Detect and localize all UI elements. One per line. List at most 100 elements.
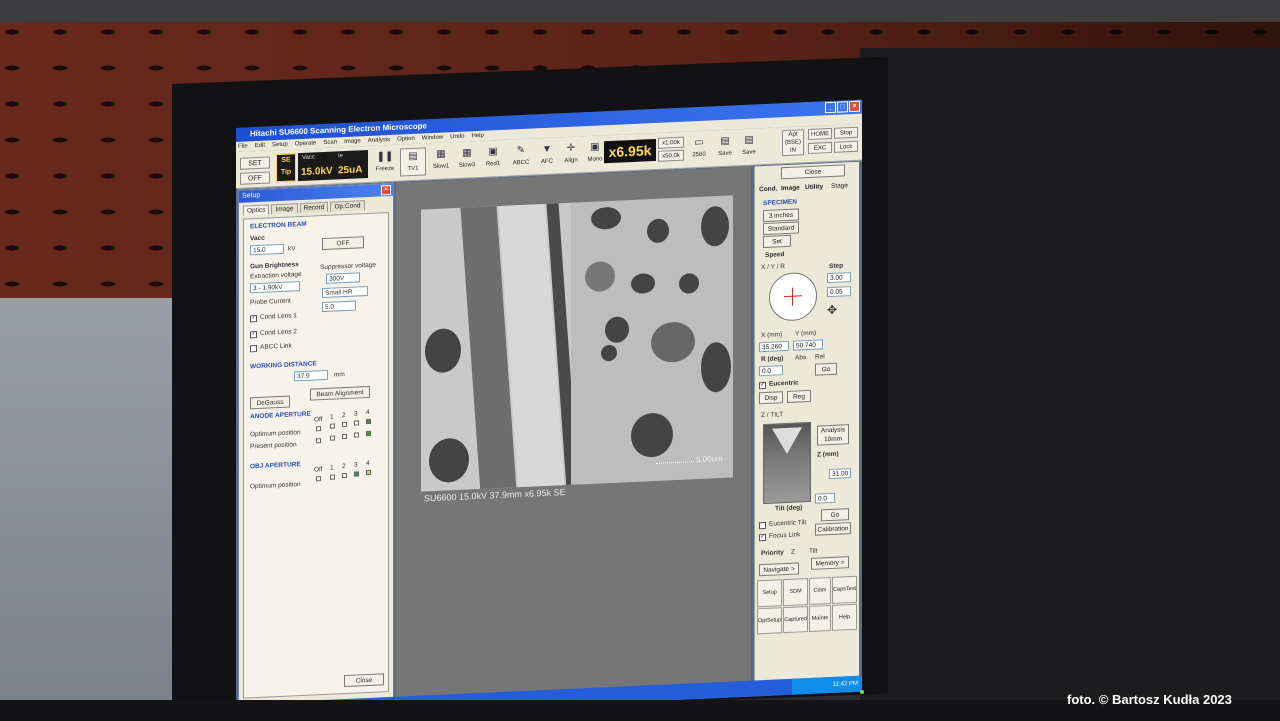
tab-optics[interactable]: Optics [243,204,270,216]
menu-undo[interactable]: Undo [450,132,464,143]
setup-body: ELECTRON BEAM Vacc 15.0 kV OFF Gun Brigh… [243,212,389,699]
slow3-button[interactable]: ▦ Slow3 [454,145,480,174]
afc-button[interactable]: ▼ AFC [534,141,560,170]
home-button[interactable]: HOME [808,127,832,141]
menu-help[interactable]: Help [471,131,483,142]
specimen-set-button[interactable]: Set [763,234,791,249]
anode-pre-4[interactable] [366,430,371,437]
abs-radio[interactable]: Abs [795,354,806,362]
reg-button[interactable]: Reg [787,389,811,403]
tab-rimage[interactable]: Image [781,184,800,192]
exc-button[interactable]: EXC [808,141,832,155]
red1-button[interactable]: ▣ Red1 [480,144,506,173]
eucentric-tilt-checkbox[interactable] [759,521,766,530]
specimen-holder[interactable]: Standard [763,221,799,236]
tool-sdm[interactable]: SDM [783,578,808,606]
focus-link-checkbox[interactable]: ✓ [759,533,766,542]
mag-x50k-button[interactable]: x50.0k [658,149,684,162]
memory-button[interactable]: Memory > [811,556,849,570]
tool-mainte[interactable]: Mainte [808,604,832,632]
extraction-select[interactable]: 3 - 1.90kV [250,281,300,294]
anode-opt-off [316,426,321,432]
step-y-input[interactable]: 0.05 [827,286,851,298]
step-x-input[interactable]: 3.00 [827,272,851,284]
x-input[interactable]: 35.260 [759,340,789,353]
tool-help[interactable]: Help [832,603,857,631]
r-input[interactable]: 0.0 [759,365,783,377]
align-button[interactable]: ✛ Align [558,140,584,169]
set-button[interactable]: SET [240,156,270,170]
setup-close-icon[interactable]: × [381,184,391,196]
mag-x1k-button[interactable]: x1.00k [658,136,684,149]
close-icon[interactable]: × [849,100,860,113]
tool-captured[interactable]: Captured [783,605,808,634]
particle-blob [701,205,729,247]
vacc-select[interactable]: 15.0 [250,243,284,256]
analysis-button[interactable]: Analysis 10mm [817,424,849,446]
priority-tilt-radio[interactable]: Tilt [809,548,817,555]
beam-off-button[interactable]: OFF [322,236,364,251]
degauss-button[interactable]: DeGauss [250,395,290,410]
abcc-icon: ✎ [516,144,526,157]
maximize-icon[interactable]: □ [837,101,848,113]
tab-opcond[interactable]: Op.Cond [330,200,365,212]
menu-edit[interactable]: Edit [255,141,265,151]
abcc-button[interactable]: ✎ ABCC [508,142,534,171]
eucentric-checkbox[interactable]: ✓ [759,381,766,390]
stop-button[interactable]: Stop [834,126,858,139]
save-button[interactable]: ▤ Save [712,133,738,162]
specimen-size[interactable]: 3 inches [763,208,799,223]
calibration-button[interactable]: Calibration [815,522,851,536]
save2-icon: ▤ [744,134,754,146]
cond-lens-1-checkbox[interactable]: ✓ [250,315,257,323]
tab-cond[interactable]: Cond. [759,185,777,193]
tab-image[interactable]: Image [271,203,298,215]
anode-pre-1[interactable] [330,435,335,441]
anode-pre-off[interactable] [316,438,321,444]
tab-record[interactable]: Record [299,201,329,214]
sem-micrograph[interactable] [421,195,733,492]
beam-alignment-button[interactable]: Beam Alignment [310,385,370,401]
r-label: R (deg) [761,355,784,364]
go2-button[interactable]: Go [821,508,849,522]
tab-stage[interactable]: Stage [831,182,848,190]
y-input[interactable]: 50.740 [793,339,823,351]
tool-cdim[interactable]: Cdim [808,576,832,605]
z-tilt-diagram[interactable] [763,421,811,505]
tool-capstext[interactable]: CapsText [832,575,857,604]
stage-close-button[interactable]: Close [781,164,845,180]
tv1-button[interactable]: ▤ TV1 [400,147,426,177]
navigate-button[interactable]: Navigate > [759,562,799,577]
save2-button[interactable]: ▤ Save [736,132,762,161]
aperture-bse-button[interactable]: Apt (BSE) IN [782,129,804,157]
slow1-button[interactable]: ▦ Slow1 [428,146,454,175]
tool-optsetup[interactable]: OptSetup [757,606,783,635]
priority-z-radio[interactable]: Z [791,549,795,556]
image-viewport[interactable]: 5.00um SU6600 15.0kV 37.9mm x6.95k SE [396,166,751,709]
freeze-button[interactable]: ❚❚ Freeze [372,149,398,178]
anode-col-2: 2 [342,412,346,420]
cond-lens-2-checkbox[interactable]: ✓ [250,331,257,339]
tool-setup[interactable]: Setup [757,579,783,607]
go-button[interactable]: Go [815,362,837,376]
anode-pre-2[interactable] [342,433,347,440]
rel-radio[interactable]: Rel [815,353,825,360]
stage-joystick[interactable] [769,271,817,322]
tilt-input[interactable]: 0.0 [815,492,835,504]
wd-select[interactable]: 37.9 [294,369,328,382]
tab-utility[interactable]: Utility [805,183,823,191]
menu-scan[interactable]: Scan [323,137,337,148]
probe-value-select[interactable]: 5.0 [322,300,356,313]
arrow-pad-icon[interactable]: ✥ [827,303,837,317]
minimize-icon[interactable]: _ [825,101,836,114]
z-input[interactable]: 31.00 [829,468,851,480]
lock-button[interactable]: Lock [834,140,858,153]
probe-mode-select[interactable]: Small HR [322,286,368,299]
abcc-link-checkbox[interactable] [250,345,257,353]
anode-pre-3[interactable] [354,432,359,438]
disp-button[interactable]: Disp [759,391,783,405]
setup-close-button[interactable]: Close [344,673,384,688]
off-button[interactable]: OFF [240,171,270,185]
resolution-button[interactable]: ▭ 2560 [686,134,712,163]
menu-file[interactable]: File [238,141,248,151]
